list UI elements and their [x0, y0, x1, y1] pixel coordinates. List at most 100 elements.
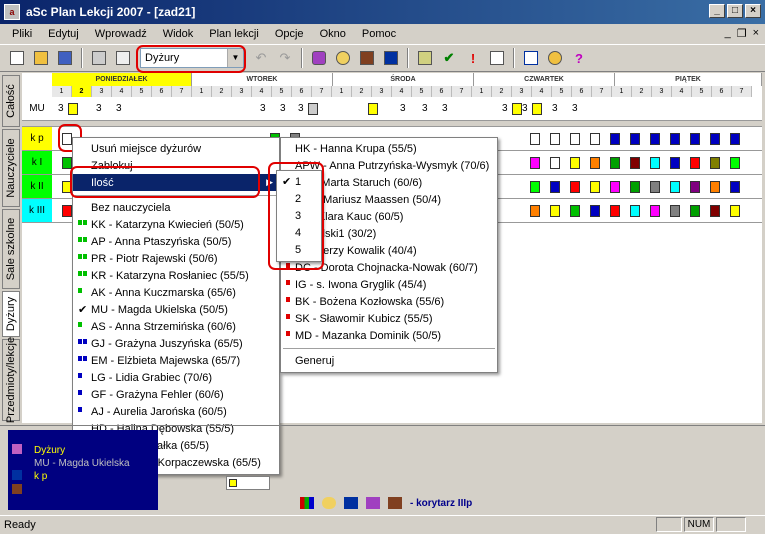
- menu-item-teacher[interactable]: IG - s. Iwona Gryglik (45/4): [281, 276, 497, 293]
- duty-cell[interactable]: [670, 181, 680, 193]
- duty-cell[interactable]: [730, 181, 740, 193]
- print-preview-button[interactable]: [112, 47, 134, 69]
- duty-cell[interactable]: [550, 205, 560, 217]
- menu-item-teacher[interactable]: KR - Katarzyna Rosłaniec (55/5): [73, 267, 279, 284]
- duty-cell[interactable]: [570, 181, 580, 193]
- duty-cell[interactable]: [590, 133, 600, 145]
- row-label[interactable]: k II: [22, 175, 52, 199]
- duty-cell[interactable]: [570, 157, 580, 169]
- mdi-restore-button[interactable]: ❐: [737, 27, 747, 40]
- menu-wprowadz[interactable]: Wprowadź: [87, 28, 155, 40]
- duty-cell[interactable]: [610, 157, 620, 169]
- duty-cell[interactable]: [308, 103, 318, 115]
- menu-item-teacher[interactable]: EM - Elżbieta Majewska (65/7): [73, 352, 279, 369]
- period-header[interactable]: 1: [192, 86, 212, 97]
- menu-item-teacher[interactable]: PR - Piotr Rajewski (50/6): [73, 250, 279, 267]
- menu-widok[interactable]: Widok: [155, 28, 202, 40]
- period-header[interactable]: 7: [592, 86, 612, 97]
- graduation-cap-icon[interactable]: [344, 497, 358, 509]
- period-header[interactable]: 4: [672, 86, 692, 97]
- new-file-button[interactable]: [6, 47, 28, 69]
- menu-item-teacher[interactable]: HK - Hanna Krupa (55/5): [281, 140, 497, 157]
- menu-item-teacher[interactable]: KK - Katarzyna Kwiecień (50/5): [73, 216, 279, 233]
- duty-cell[interactable]: [730, 133, 740, 145]
- redo-button[interactable]: ↷: [274, 47, 296, 69]
- duty-cell[interactable]: [730, 205, 740, 217]
- teacher-button[interactable]: [332, 47, 354, 69]
- menu-item-remove-duty-place[interactable]: Usuń miejsce dyżurów: [73, 140, 279, 157]
- duty-cell[interactable]: [650, 133, 660, 145]
- open-button[interactable]: [30, 47, 52, 69]
- help-button[interactable]: ?: [568, 47, 590, 69]
- period-header[interactable]: 3: [652, 86, 672, 97]
- duty-cell[interactable]: [730, 157, 740, 169]
- period-header[interactable]: 3: [512, 86, 532, 97]
- mdi-minimize-button[interactable]: _: [725, 27, 731, 40]
- minimize-button[interactable]: _: [709, 4, 725, 18]
- period-header[interactable]: 2: [492, 86, 512, 97]
- duty-cell[interactable]: [530, 133, 540, 145]
- duty-cell[interactable]: [570, 205, 580, 217]
- period-header[interactable]: 2: [632, 86, 652, 97]
- duty-cell[interactable]: [610, 205, 620, 217]
- day-header[interactable]: WTOREK: [192, 73, 333, 86]
- close-button[interactable]: ×: [745, 4, 761, 18]
- menu-plan-lekcji[interactable]: Plan lekcji: [201, 28, 267, 40]
- duty-cell[interactable]: [710, 133, 720, 145]
- duty-cell[interactable]: [630, 157, 640, 169]
- period-header[interactable]: 7: [452, 86, 472, 97]
- menu-item-teacher[interactable]: AK - Anna Kuczmarska (65/6): [73, 284, 279, 301]
- duty-cell[interactable]: [630, 181, 640, 193]
- menu-opcje[interactable]: Opcje: [267, 28, 312, 40]
- day-header[interactable]: CZWARTEK: [474, 73, 615, 86]
- period-header[interactable]: 1: [332, 86, 352, 97]
- menu-item-teacher[interactable]: GJ - Grażyna Juszyńska (65/5): [73, 335, 279, 352]
- tab-przedmioty[interactable]: Przedmioty/lekcje: [2, 337, 20, 423]
- duty-cell[interactable]: [590, 157, 600, 169]
- duty-cell[interactable]: [570, 133, 580, 145]
- menu-item-teacher[interactable]: AS - Anna Strzemińska (60/6): [73, 318, 279, 335]
- duty-cell[interactable]: [368, 103, 378, 115]
- duty-cell[interactable]: [610, 181, 620, 193]
- maximize-button[interactable]: □: [727, 4, 743, 18]
- period-header[interactable]: 3: [372, 86, 392, 97]
- duty-cell[interactable]: [710, 157, 720, 169]
- menu-item-teacher[interactable]: GF - Grażyna Fehler (60/6): [73, 386, 279, 403]
- duty-cell[interactable]: [512, 103, 522, 115]
- duty-cell[interactable]: [62, 157, 72, 169]
- teacher-icon[interactable]: [322, 497, 336, 509]
- day-header[interactable]: PIĄTEK: [615, 73, 762, 86]
- duty-cell[interactable]: [630, 133, 640, 145]
- duty-cell[interactable]: [530, 181, 540, 193]
- duty-cell[interactable]: [690, 205, 700, 217]
- class-button[interactable]: [380, 47, 402, 69]
- period-header[interactable]: 5: [552, 86, 572, 97]
- period-header[interactable]: 6: [432, 86, 452, 97]
- duty-cell[interactable]: [590, 205, 600, 217]
- duty-cell[interactable]: [550, 133, 560, 145]
- period-header[interactable]: 4: [112, 86, 132, 97]
- duty-cell[interactable]: [62, 205, 72, 217]
- duty-cell[interactable]: [550, 157, 560, 169]
- cube-icon[interactable]: [366, 497, 380, 509]
- save-button[interactable]: [54, 47, 76, 69]
- row-label[interactable]: k p: [22, 127, 52, 151]
- row-label[interactable]: MU: [22, 97, 52, 121]
- duty-cell[interactable]: [532, 103, 542, 115]
- menu-okno[interactable]: Okno: [312, 28, 354, 40]
- menu-item-teacher[interactable]: LG - Lidia Grabiec (70/6): [73, 369, 279, 386]
- desk-icon[interactable]: [388, 497, 402, 509]
- warning-button[interactable]: !: [462, 47, 484, 69]
- menu-item-teacher[interactable]: AP - Anna Ptaszyńska (50/5): [73, 233, 279, 250]
- duty-cell[interactable]: [610, 133, 620, 145]
- menu-item-teacher[interactable]: BK - Bożena Kozłowska (55/6): [281, 293, 497, 310]
- wizard-button[interactable]: [544, 47, 566, 69]
- duty-cell[interactable]: [650, 157, 660, 169]
- period-header[interactable]: 5: [132, 86, 152, 97]
- classroom-button[interactable]: [356, 47, 378, 69]
- period-header[interactable]: 6: [292, 86, 312, 97]
- menu-pliki[interactable]: Pliki: [4, 28, 40, 40]
- print-button[interactable]: [88, 47, 110, 69]
- menu-item-teacher-checked[interactable]: ✔ MU - Magda Ukielska (50/5): [73, 301, 279, 318]
- period-header[interactable]: 3: [92, 86, 112, 97]
